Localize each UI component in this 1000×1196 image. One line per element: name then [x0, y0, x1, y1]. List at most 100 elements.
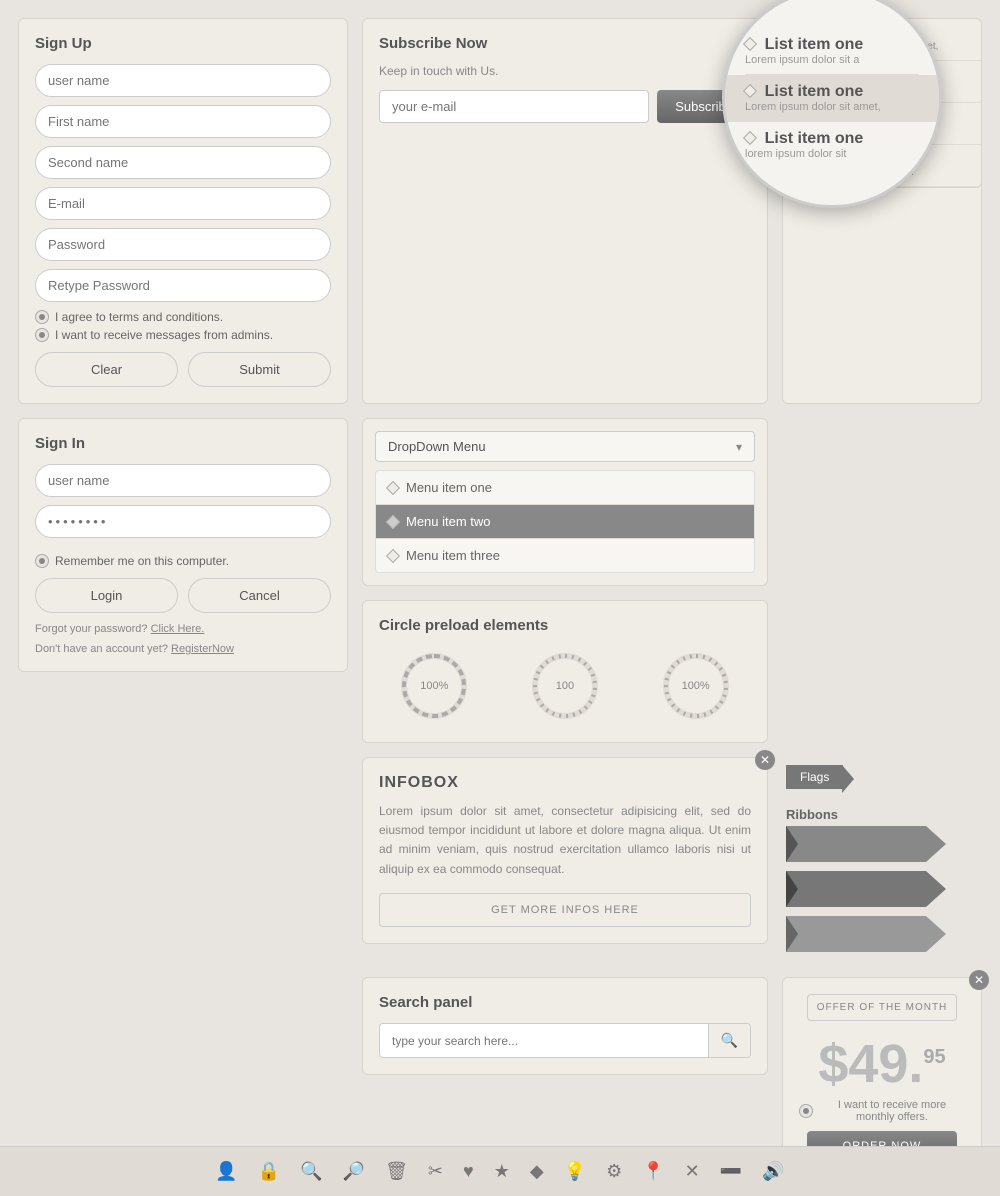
diamond-icon-1 — [386, 480, 400, 494]
heart-icon[interactable]: ♥ — [463, 1161, 474, 1182]
offer-checkbox-label: I want to receive more monthly offers. — [819, 1099, 965, 1123]
ribbon-2 — [786, 871, 978, 910]
zoom-in-icon[interactable]: 🔍 — [300, 1161, 322, 1182]
offer-title: OFFER OF THE MONTH — [807, 994, 956, 1021]
menu-item-1-label: Menu item one — [406, 480, 492, 495]
signup-secondname-input[interactable] — [35, 146, 331, 179]
search-button[interactable]: 🔍 — [708, 1024, 750, 1057]
diamond-icon[interactable]: ◆ — [530, 1161, 544, 1182]
login-button[interactable]: Login — [35, 578, 178, 613]
user-icon[interactable]: 👤 — [215, 1161, 237, 1182]
cancel-button[interactable]: Cancel — [188, 578, 331, 613]
messages-checkbox-row[interactable]: I want to receive messages from admins. — [35, 328, 331, 342]
remember-checkbox-icon — [35, 554, 49, 568]
signup-retype-input[interactable] — [35, 269, 331, 302]
signup-username-input[interactable] — [35, 64, 331, 97]
circle-3: 100% — [656, 646, 736, 726]
speaker-icon[interactable]: 🔊 — [762, 1161, 784, 1182]
remember-label: Remember me on this computer. — [55, 554, 229, 568]
chevron-down-icon: ▾ — [736, 440, 742, 454]
mag-item-1-sub: Lorem ipsum dolor sit a — [745, 54, 919, 66]
agree-checkbox-row[interactable]: I agree to terms and conditions. — [35, 310, 331, 324]
offer-checkbox-row[interactable]: I want to receive more monthly offers. — [799, 1099, 965, 1123]
infobox-more-button[interactable]: GET MORE INFOS HERE — [379, 893, 751, 927]
minus-icon[interactable]: ➖ — [720, 1161, 742, 1182]
search-panel: Search panel 🔍 — [362, 977, 768, 1075]
offer-price-row: $49.95 — [799, 1037, 965, 1091]
agree-label: I agree to terms and conditions. — [55, 310, 223, 324]
diamond-icon-3 — [386, 548, 400, 562]
offer-close-button[interactable]: ✕ — [969, 970, 989, 990]
clear-button[interactable]: Clear — [35, 352, 178, 387]
mag-item-2-title: List item one — [765, 83, 864, 100]
signup-panel: Sign Up I agree to terms and conditions.… — [18, 18, 348, 404]
menu-item-2[interactable]: Menu item two — [376, 505, 754, 539]
remember-checkbox-row[interactable]: Remember me on this computer. — [35, 554, 331, 568]
mag-item-2-sub: Lorem ipsum dolor sit amet, — [745, 101, 919, 113]
circles-row: 100% 100 100% — [379, 646, 751, 726]
diamond-icon-2 — [386, 514, 400, 528]
circle-1: 100% — [394, 646, 474, 726]
mag-item-3: List item one lorem ipsum dolor sit — [745, 122, 919, 168]
circle-title: Circle preload elements — [379, 617, 751, 634]
offer-price-sup: 95 — [923, 1046, 945, 1068]
zoom-out-icon[interactable]: 🔎 — [343, 1161, 365, 1182]
signup-email-input[interactable] — [35, 187, 331, 220]
location-icon[interactable]: 📍 — [642, 1161, 664, 1182]
register-link[interactable]: RegisterNow — [171, 643, 234, 655]
forgot-link[interactable]: Click Here. — [151, 623, 205, 635]
signup-firstname-input[interactable] — [35, 105, 331, 138]
noaccount-text: Don't have an account yet? — [35, 643, 168, 655]
mag-diamond-3 — [743, 131, 757, 145]
gear-icon[interactable]: ⚙ — [606, 1161, 622, 1182]
trash-icon[interactable]: 🗑 — [385, 1161, 408, 1182]
star-icon[interactable]: ★ — [494, 1161, 510, 1182]
signin-panel: Sign In Remember me on this computer. Lo… — [18, 418, 348, 672]
flag-shape: Flags — [786, 765, 843, 789]
mag-item-2: List item one Lorem ipsum dolor sit amet… — [725, 75, 939, 122]
signup-title: Sign Up — [35, 35, 331, 52]
ribbons-label: Ribbons — [786, 807, 978, 822]
infobox-text: Lorem ipsum dolor sit amet, consectetur … — [379, 802, 751, 879]
forgot-text: Forgot your password? — [35, 623, 148, 635]
circle-2: 100 — [525, 646, 605, 726]
close-icon[interactable]: ✕ — [685, 1161, 700, 1182]
subscribe-subtitle: Keep in touch with Us. — [379, 64, 751, 78]
bulb-icon[interactable]: 💡 — [564, 1161, 586, 1182]
search-input-row: 🔍 — [379, 1023, 751, 1058]
search-input[interactable] — [380, 1026, 708, 1056]
dropdown-header[interactable]: DropDown Menu ▾ — [375, 431, 755, 462]
scissors-icon[interactable]: ✂ — [428, 1161, 443, 1182]
signin-title: Sign In — [35, 435, 331, 452]
menu-item-1[interactable]: Menu item one — [376, 471, 754, 505]
mag-item-3-sub: lorem ipsum dolor sit — [745, 148, 919, 160]
list-items-container: List item one Lorem ipsum dolor sit amet… — [782, 18, 982, 743]
offer-price: $49.95 — [818, 1037, 945, 1091]
mag-diamond-1 — [743, 37, 757, 51]
menu-items-list: Menu item one Menu item two Menu item th… — [375, 470, 755, 573]
circle-preload-panel: Circle preload elements 100% 100 — [362, 600, 768, 743]
bottom-toolbar: 👤 🔒 🔍 🔎 🗑 ✂ ♥ ★ ◆ 💡 ⚙ 📍 ✕ ➖ 🔊 — [0, 1146, 1000, 1196]
mag-diamond-2 — [743, 84, 757, 98]
ribbon-3 — [786, 916, 978, 955]
messages-checkbox-icon — [35, 328, 49, 342]
forgot-text-row: Forgot your password? Click Here. — [35, 623, 331, 635]
infobox-close-button[interactable]: ✕ — [755, 750, 775, 770]
signup-password-input[interactable] — [35, 228, 331, 261]
search-title: Search panel — [379, 994, 751, 1011]
flags-ribbons-section: Flags Ribbons — [782, 757, 982, 963]
circle-2-label: 100 — [556, 680, 574, 692]
mag-item-3-title: List item one — [765, 130, 864, 147]
offer-checkbox-icon — [799, 1104, 813, 1118]
lock-icon[interactable]: 🔒 — [258, 1161, 280, 1182]
signin-password-input[interactable] — [35, 505, 331, 538]
submit-button[interactable]: Submit — [188, 352, 331, 387]
subscribe-email-input[interactable] — [379, 90, 649, 123]
dropdown-panel: DropDown Menu ▾ Menu item one Menu item … — [362, 418, 768, 586]
subscribe-title: Subscribe Now — [379, 35, 751, 52]
menu-item-3[interactable]: Menu item three — [376, 539, 754, 572]
infobox-panel: ✕ INFOBOX Lorem ipsum dolor sit amet, co… — [362, 757, 768, 944]
mag-item-1: List item one Lorem ipsum dolor sit a — [745, 28, 919, 75]
circle-1-label: 100% — [420, 680, 448, 692]
signin-username-input[interactable] — [35, 464, 331, 497]
